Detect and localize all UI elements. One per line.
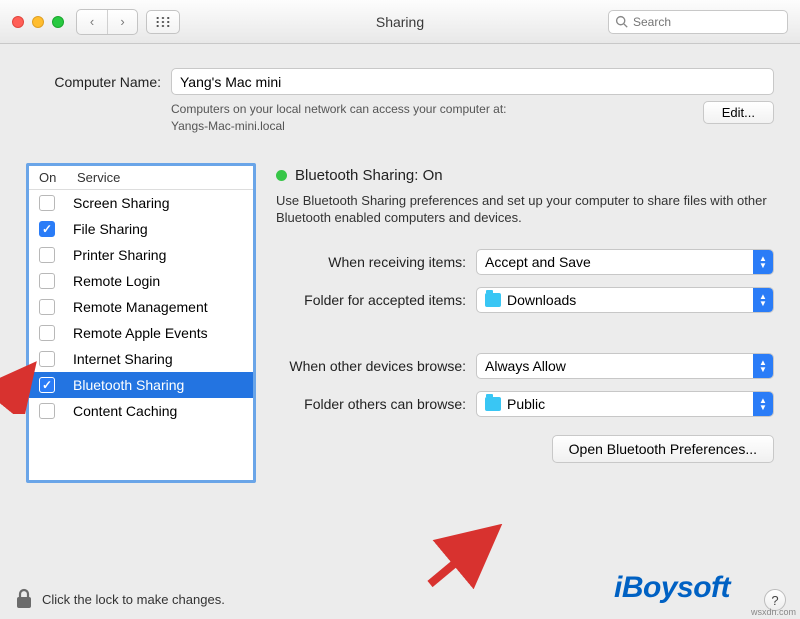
minimize-icon[interactable] [32,16,44,28]
service-label: Remote Login [73,273,160,289]
content: Computer Name: Computers on your local n… [0,44,800,619]
service-checkbox[interactable] [39,299,55,315]
open-bluetooth-prefs-button[interactable]: Open Bluetooth Preferences... [552,435,774,463]
service-label: Screen Sharing [73,195,170,211]
folder-icon [485,397,501,411]
detail-description: Use Bluetooth Sharing preferences and se… [276,192,774,227]
search-icon [615,15,628,28]
brand-watermark: iBoysoft [614,571,730,605]
service-label: Internet Sharing [73,351,173,367]
close-icon[interactable] [12,16,24,28]
service-detail: Bluetooth Sharing: On Use Bluetooth Shar… [276,163,774,483]
service-row[interactable]: Remote Management [29,294,253,320]
services-header: On Service [29,166,253,190]
search-input[interactable] [633,15,781,29]
accepted-folder-select[interactable]: Downloads ▲▼ [476,287,774,313]
service-checkbox[interactable] [39,403,55,419]
accepted-folder-label: Folder for accepted items: [276,292,476,308]
service-label: Content Caching [73,403,177,419]
browse-folder-label: Folder others can browse: [276,396,476,412]
back-button[interactable]: ‹ [77,10,107,34]
receiving-select[interactable]: Accept and Save ▲▼ [476,249,774,275]
lock-icon [14,587,34,611]
folder-icon [485,293,501,307]
status-title: Bluetooth Sharing: On [295,167,443,184]
service-checkbox[interactable] [39,325,55,341]
service-row[interactable]: Remote Apple Events [29,320,253,346]
service-row[interactable]: Screen Sharing [29,190,253,216]
chevron-updown-icon: ▲▼ [753,354,773,378]
forward-button[interactable]: › [107,10,137,34]
computer-name-input[interactable] [171,68,774,95]
grid-icon [155,16,171,28]
lock-text: Click the lock to make changes. [42,592,225,607]
service-checkbox[interactable] [39,273,55,289]
browse-label: When other devices browse: [276,358,476,374]
service-checkbox[interactable] [39,221,55,237]
service-label: Remote Apple Events [73,325,208,341]
annotation-arrow [420,524,510,594]
service-label: Bluetooth Sharing [73,377,184,393]
service-checkbox[interactable] [39,247,55,263]
service-label: File Sharing [73,221,148,237]
show-all-button[interactable] [146,10,180,34]
nav-back-forward: ‹ › [76,9,138,35]
edit-hostname-button[interactable]: Edit... [703,101,774,124]
zoom-icon[interactable] [52,16,64,28]
service-checkbox[interactable] [39,377,55,393]
service-row[interactable]: Bluetooth Sharing [29,372,253,398]
chevron-updown-icon: ▲▼ [753,392,773,416]
search-field[interactable] [608,10,788,34]
status-dot-icon [276,170,287,181]
services-table: On Service Screen Sharing File Sharing Pri… [26,163,256,483]
source-watermark: wsxdn.com [751,607,796,617]
service-row[interactable]: Internet Sharing [29,346,253,372]
titlebar: ‹ › Sharing [0,0,800,44]
service-row[interactable]: Content Caching [29,398,253,424]
service-row[interactable]: File Sharing [29,216,253,242]
receiving-label: When receiving items: [276,254,476,270]
browse-select[interactable]: Always Allow ▲▼ [476,353,774,379]
service-label: Printer Sharing [73,247,166,263]
traffic-lights [12,16,64,28]
browse-folder-select[interactable]: Public ▲▼ [476,391,774,417]
header-on: On [39,170,77,185]
preferences-window: ‹ › Sharing Computer Name: Computers on … [0,0,800,619]
chevron-updown-icon: ▲▼ [753,288,773,312]
header-service: Service [77,170,120,185]
computer-name-help: Computers on your local network can acce… [171,101,683,135]
service-checkbox[interactable] [39,351,55,367]
service-label: Remote Management [73,299,208,315]
service-row[interactable]: Printer Sharing [29,242,253,268]
service-row[interactable]: Remote Login [29,268,253,294]
service-checkbox[interactable] [39,195,55,211]
lock-row[interactable]: Click the lock to make changes. [14,587,225,611]
computer-name-label: Computer Name: [26,74,161,90]
chevron-updown-icon: ▲▼ [753,250,773,274]
